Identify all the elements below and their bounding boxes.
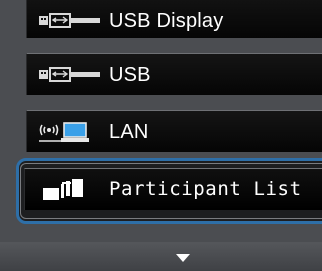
chevron-down-icon[interactable] [172,251,194,265]
lan-icon [39,111,101,152]
menu-item-usb-display[interactable]: USB Display [26,0,322,38]
menu-item-participant-list[interactable]: Participant List [24,168,322,210]
menu-item-label: USB Display [109,9,224,32]
menu-footer-bar [0,242,322,271]
usb-icon [39,54,101,95]
input-source-menu: USB Display USB LAN Participant List [0,0,322,271]
menu-item-label: Participant List [109,178,302,200]
usb-display-icon [39,0,101,38]
menu-item-label: LAN [109,120,149,143]
menu-item-label: USB [109,63,151,86]
participant-list-icon [43,169,83,210]
menu-item-usb[interactable]: USB [26,53,322,95]
menu-item-lan[interactable]: LAN [26,110,322,152]
